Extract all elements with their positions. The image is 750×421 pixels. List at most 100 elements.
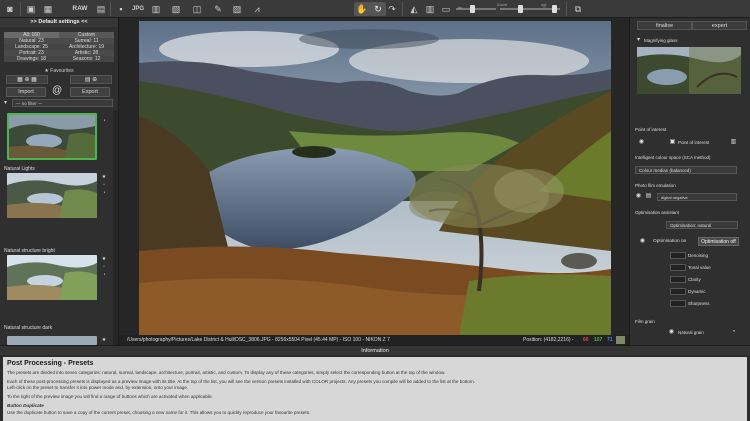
favourite-star-icon[interactable]: ★ <box>101 174 107 180</box>
raw-button[interactable]: RAW <box>72 3 88 15</box>
settings-icon[interactable]: ◔ <box>101 272 107 278</box>
preset-thumbnail-image <box>9 115 95 158</box>
optimisation-toggle-icon[interactable]: ◉ <box>639 238 646 245</box>
save-icon[interactable]: ▪ <box>115 3 127 15</box>
mask-icon[interactable]: ▨ <box>231 3 243 15</box>
landscape-photo <box>139 21 611 335</box>
open-file-icon[interactable]: ▣ <box>25 3 37 15</box>
rotate-tool-icon[interactable]: ↻ <box>370 2 386 16</box>
optimisation-on-label[interactable]: Optimisation on <box>653 239 686 244</box>
split-view-icon[interactable]: ▥ <box>424 3 436 15</box>
info-paragraph: To the right of the preview image you wi… <box>7 394 213 399</box>
preset-view-button[interactable]: ▤ ⊕ <box>70 75 112 84</box>
jpeg-export-button[interactable]: JPG <box>132 3 144 15</box>
information-panel-title[interactable]: Information <box>0 345 750 355</box>
preset-label: Natural structure dark <box>4 325 53 331</box>
category-row: Drawings: 18 Seasons: 12 <box>4 56 114 62</box>
batch-icon[interactable]: ▦ <box>42 3 54 15</box>
redo-icon[interactable]: ↷ <box>386 3 398 15</box>
option-clarity[interactable]: Clarity <box>688 277 701 282</box>
vertical-label: lbr <box>458 5 463 10</box>
preset-thumbnail[interactable] <box>7 173 97 218</box>
magnifying-glass-title: Magnifying glass <box>644 38 678 43</box>
grain-settings-icon[interactable]: ◔ <box>730 329 737 336</box>
film-emulation-select[interactable]: digital negative <box>657 193 737 201</box>
duplicate-icon[interactable]: ▫ <box>101 264 107 270</box>
zoom-slider-knob[interactable] <box>518 5 523 13</box>
natural-grain-label[interactable]: Natural grain <box>678 330 704 335</box>
export-button[interactable]: Export <box>70 87 110 97</box>
image-canvas[interactable]: /Users/photography/Pictures/Lake Distric… <box>119 18 629 345</box>
import-icon[interactable]: ▤ <box>95 3 107 15</box>
film-toggle-icon[interactable]: ◉ <box>635 193 642 200</box>
blue-value: 71 <box>607 337 613 343</box>
crop-icon[interactable]: ⧉ <box>572 3 584 15</box>
brightness-slider-knob[interactable] <box>470 5 475 13</box>
denoising-icon <box>670 252 686 259</box>
optimisation-off-button[interactable]: Optimisation off <box>698 237 739 246</box>
finalise-panel: finalise expert ▾ Magnifying glass Point… <box>629 18 750 345</box>
compare-icon[interactable]: ◭ <box>408 3 420 15</box>
settings-icon[interactable]: ◔ <box>101 190 107 196</box>
info-paragraph: The presets are divided into seven categ… <box>7 370 446 375</box>
preset-thumbnail[interactable] <box>7 255 97 300</box>
preset-list-scrollbar[interactable] <box>113 110 118 345</box>
histogram-icon[interactable]: ⩘ <box>251 3 263 15</box>
app-logo-icon[interactable]: ◙ <box>4 3 16 15</box>
share-icon[interactable]: ◫ <box>191 3 203 15</box>
option-dynamic[interactable]: Dynamic <box>688 289 706 294</box>
dynamic-icon <box>670 288 686 295</box>
main-photo[interactable] <box>139 21 611 335</box>
favourite-star-icon[interactable]: ★ <box>101 256 107 262</box>
favourite-toggle-icon[interactable]: ◔ <box>101 118 107 124</box>
category-grid: All: 160 Custom Natural: 23 Surreal: 11 … <box>4 32 114 62</box>
option-sharpness[interactable]: Sharpness <box>688 301 710 306</box>
favourite-star-icon[interactable]: ★ <box>101 337 107 343</box>
magnifier-image <box>637 47 741 94</box>
sharpness-icon <box>670 300 686 307</box>
category-drawings[interactable]: Drawings: 18 <box>4 56 59 62</box>
clarity-icon <box>670 276 686 283</box>
information-panel: Post Processing - Presets The presets ar… <box>3 357 747 421</box>
presets-panel: >> Default settings << All: 160 Custom N… <box>0 18 119 345</box>
magnifier-preview[interactable] <box>637 47 741 94</box>
option-denoising[interactable]: Denoising <box>688 253 708 258</box>
optimisation-select[interactable]: Optimisation: natural <box>666 221 738 229</box>
poi-toggle-icon[interactable]: ◉ <box>638 139 645 146</box>
category-seasons[interactable]: Seasons: 12 <box>59 56 114 62</box>
colour-space-select[interactable]: Colour median (balanced) <box>635 166 737 174</box>
favourites-label[interactable]: ★ Favourites <box>4 68 114 74</box>
poi-settings-icon[interactable]: ▥ <box>730 139 737 146</box>
option-tonal-value[interactable]: Tonal value <box>688 265 711 270</box>
point-of-interest-button[interactable]: Point of interest <box>678 140 709 145</box>
hand-tool-icon[interactable]: ✋ <box>354 2 370 16</box>
zoom-label: Zoom <box>497 2 508 7</box>
preset-label: Natural structure bright <box>4 248 55 254</box>
duplicate-icon[interactable]: ▫ <box>101 182 107 188</box>
tab-finalise[interactable]: finalise <box>637 21 692 30</box>
preset-label: Natural Lights <box>4 166 35 172</box>
preset-thumbnail-image <box>7 255 97 300</box>
toolbar: ◙ ▣ ▦ RAW ▤ ▪ JPG ▥ ▧ ◫ ✎ ▨ ⩘ ✋ ↻ ↷ ◭ ▥ … <box>0 0 750 18</box>
collapse-icon[interactable]: ▾ <box>635 37 642 44</box>
fullscreen-icon[interactable]: ▭ <box>440 3 452 15</box>
add-preset-button[interactable]: ▦ ⊕ ▦ <box>6 75 48 84</box>
import-button[interactable]: Import <box>6 87 46 97</box>
info-heading: Post Processing - Presets <box>7 360 94 367</box>
favourites-text: Favourites <box>50 68 74 74</box>
angle-slider[interactable] <box>540 8 560 10</box>
edit-icon[interactable]: ✎ <box>212 3 224 15</box>
toolbar-divider <box>20 2 21 16</box>
print-icon[interactable]: ▥ <box>150 3 162 15</box>
preset-list[interactable]: ◔ Natural Lights ★ ▫ ◔ Natural structure… <box>0 110 119 345</box>
tab-expert[interactable]: expert <box>692 21 747 30</box>
red-value: 66 <box>583 337 589 343</box>
color-swatch <box>616 336 625 344</box>
preset-thumbnail[interactable] <box>7 336 97 345</box>
grain-toggle-icon[interactable]: ◉ <box>668 329 675 336</box>
filter-select[interactable]: — no filter — <box>12 99 113 107</box>
presets-panel-title[interactable]: >> Default settings << <box>0 18 118 27</box>
angle-slider-knob[interactable] <box>552 5 557 13</box>
preset-thumbnail[interactable] <box>7 113 97 160</box>
presentation-icon[interactable]: ▧ <box>170 3 182 15</box>
